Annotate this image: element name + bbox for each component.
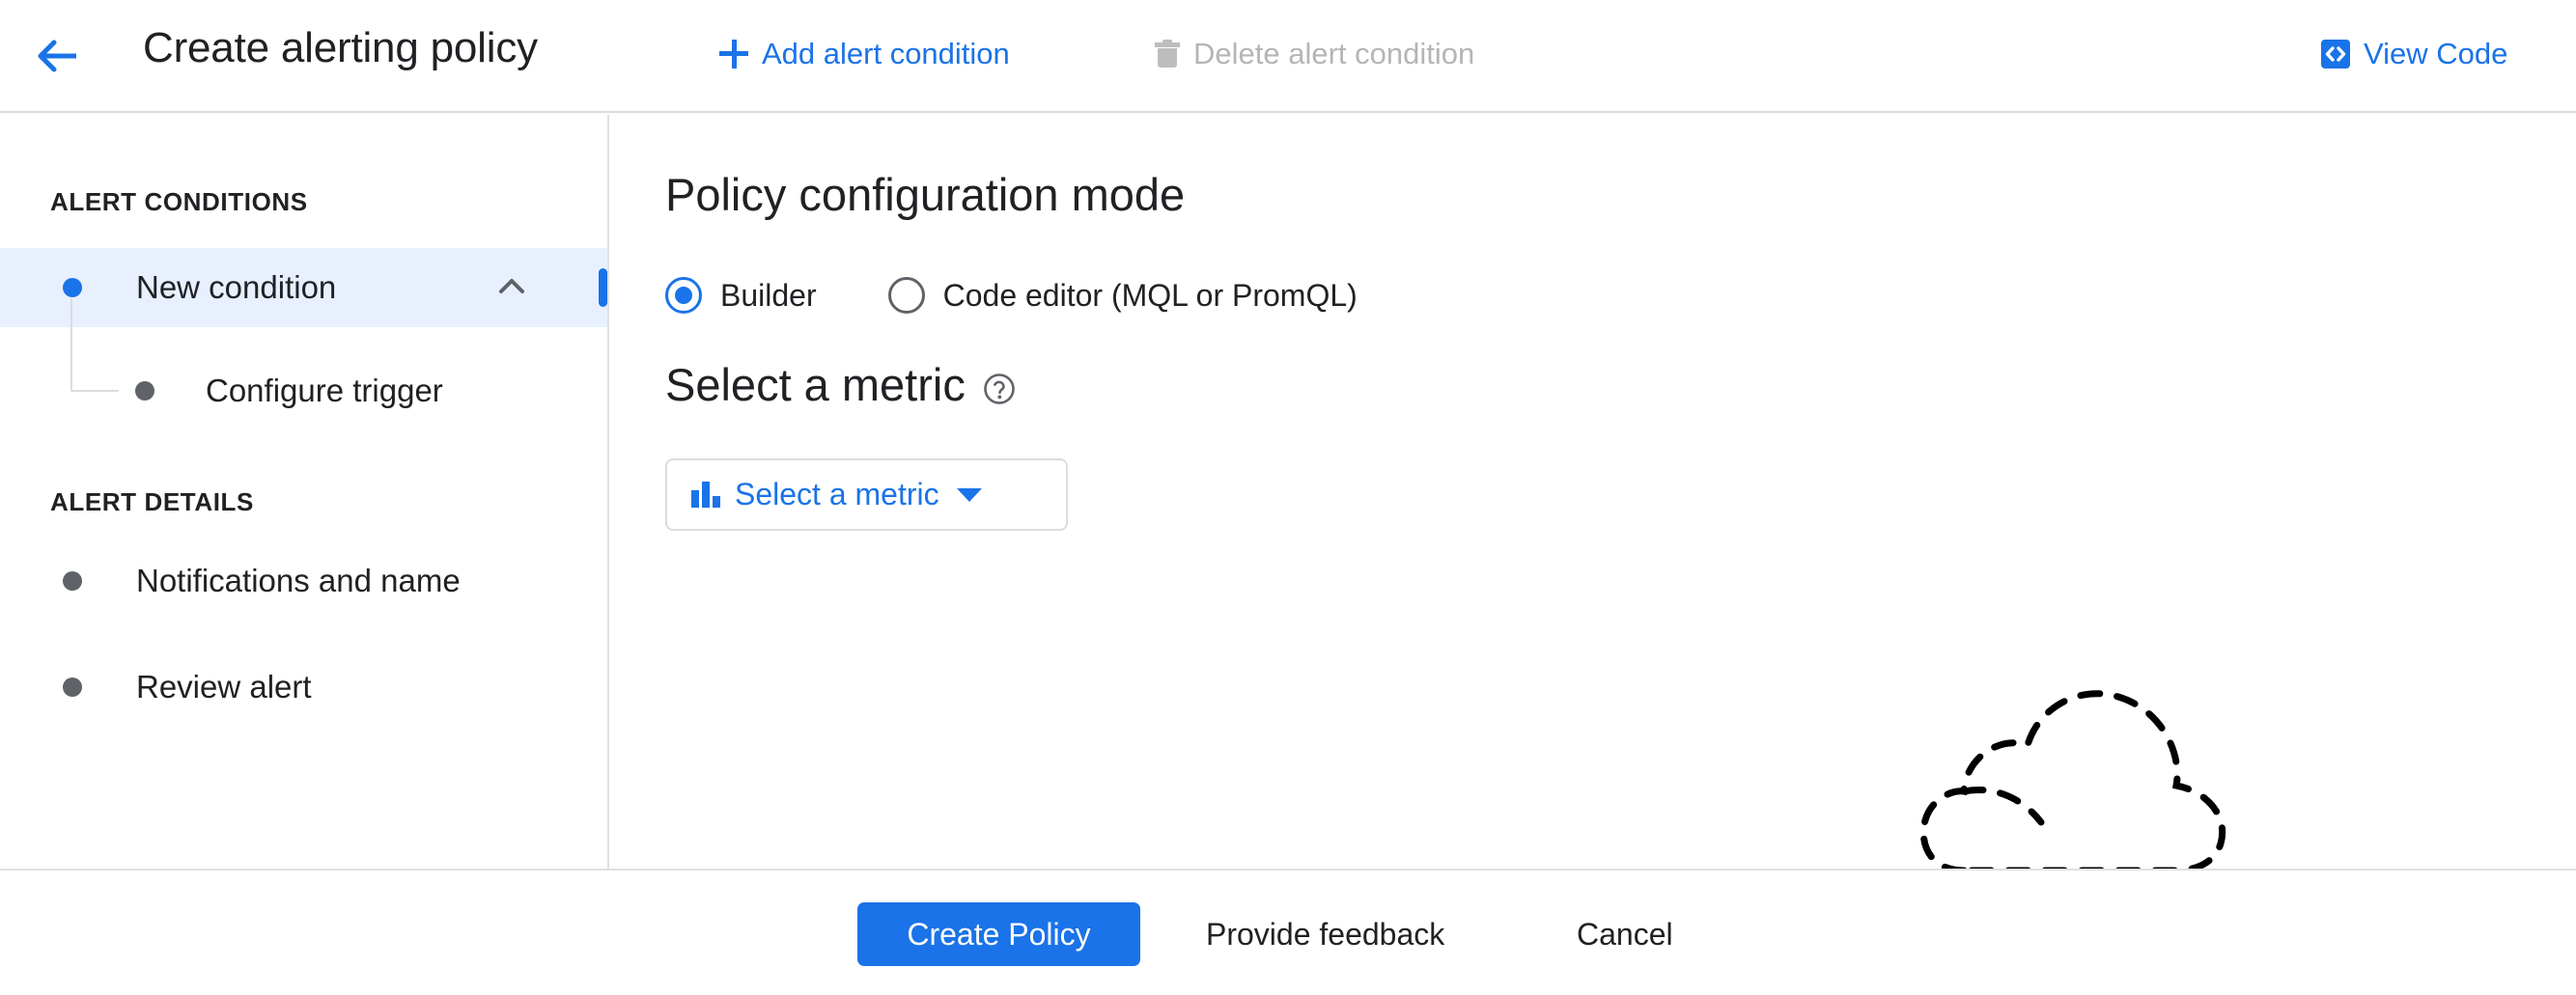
create-alerting-policy-page: Create alerting policy Add alert conditi… xyxy=(0,0,2576,995)
trash-icon xyxy=(1155,40,1180,69)
delete-alert-condition-button[interactable]: Delete alert condition xyxy=(1155,37,1474,71)
radio-selected-icon xyxy=(665,277,702,314)
page-footer: Create Policy Provide feedback Cancel xyxy=(0,869,2576,995)
select-a-metric-heading: Select a metric xyxy=(665,358,1016,411)
view-code-label: View Code xyxy=(2364,37,2508,70)
select-a-metric-heading-text: Select a metric xyxy=(665,359,966,410)
view-code-button[interactable]: View Code xyxy=(2321,37,2507,71)
radio-builder-label: Builder xyxy=(720,277,817,313)
code-brackets-icon xyxy=(2321,40,2350,69)
policy-mode-radio-group: Builder Code editor (MQL or PromQL) xyxy=(665,277,1358,314)
radio-code-editor-label: Code editor (MQL or PromQL) xyxy=(942,277,1358,313)
radio-code-editor[interactable]: Code editor (MQL or PromQL) xyxy=(887,277,1358,314)
help-circle-icon[interactable] xyxy=(983,373,1016,405)
radio-unselected-icon xyxy=(887,277,925,314)
sidebar: ALERT CONDITIONS New condition Configure… xyxy=(0,115,609,869)
sidebar-section-alert-details: ALERT DETAILS xyxy=(50,487,254,516)
bullet-dot-icon xyxy=(135,381,154,401)
caret-down-icon xyxy=(956,487,982,502)
radio-builder[interactable]: Builder xyxy=(665,277,817,314)
sidebar-item-notifications-and-name[interactable]: Notifications and name xyxy=(0,541,607,621)
provide-feedback-button[interactable]: Provide feedback xyxy=(1206,902,1444,966)
sidebar-item-label: New condition xyxy=(136,269,337,305)
select-a-metric-dropdown[interactable]: Select a metric xyxy=(665,458,1068,531)
select-a-metric-dropdown-label: Select a metric xyxy=(735,477,939,511)
page-header: Create alerting policy Add alert conditi… xyxy=(0,0,2576,113)
sidebar-item-configure-trigger[interactable]: Configure trigger xyxy=(0,351,607,430)
bullet-dot-icon xyxy=(63,278,82,297)
cancel-button[interactable]: Cancel xyxy=(1577,902,1673,966)
sidebar-item-review-alert[interactable]: Review alert xyxy=(0,648,607,727)
dashed-cloud-illustration xyxy=(1910,650,2238,874)
bullet-dot-icon xyxy=(63,677,82,697)
arrow-back-icon[interactable] xyxy=(33,32,81,80)
add-alert-condition-button[interactable]: Add alert condition xyxy=(719,37,1010,71)
bullet-dot-icon xyxy=(63,571,82,591)
create-policy-button[interactable]: Create Policy xyxy=(857,902,1140,966)
policy-configuration-mode-heading: Policy configuration mode xyxy=(665,169,1186,220)
main-content: Policy configuration mode Builder Code e… xyxy=(611,115,2576,874)
sidebar-section-alert-conditions: ALERT CONDITIONS xyxy=(50,187,308,216)
bar-chart-icon xyxy=(691,482,720,508)
delete-alert-condition-label: Delete alert condition xyxy=(1193,37,1475,70)
page-title: Create alerting policy xyxy=(143,24,538,71)
sidebar-item-label: Notifications and name xyxy=(136,563,461,598)
sidebar-item-label: Configure trigger xyxy=(206,373,443,408)
add-alert-condition-label: Add alert condition xyxy=(762,37,1010,70)
plus-icon xyxy=(719,40,748,69)
sidebar-item-label: Review alert xyxy=(136,669,312,705)
active-item-indicator xyxy=(599,268,607,307)
chevron-up-icon[interactable] xyxy=(490,266,533,309)
